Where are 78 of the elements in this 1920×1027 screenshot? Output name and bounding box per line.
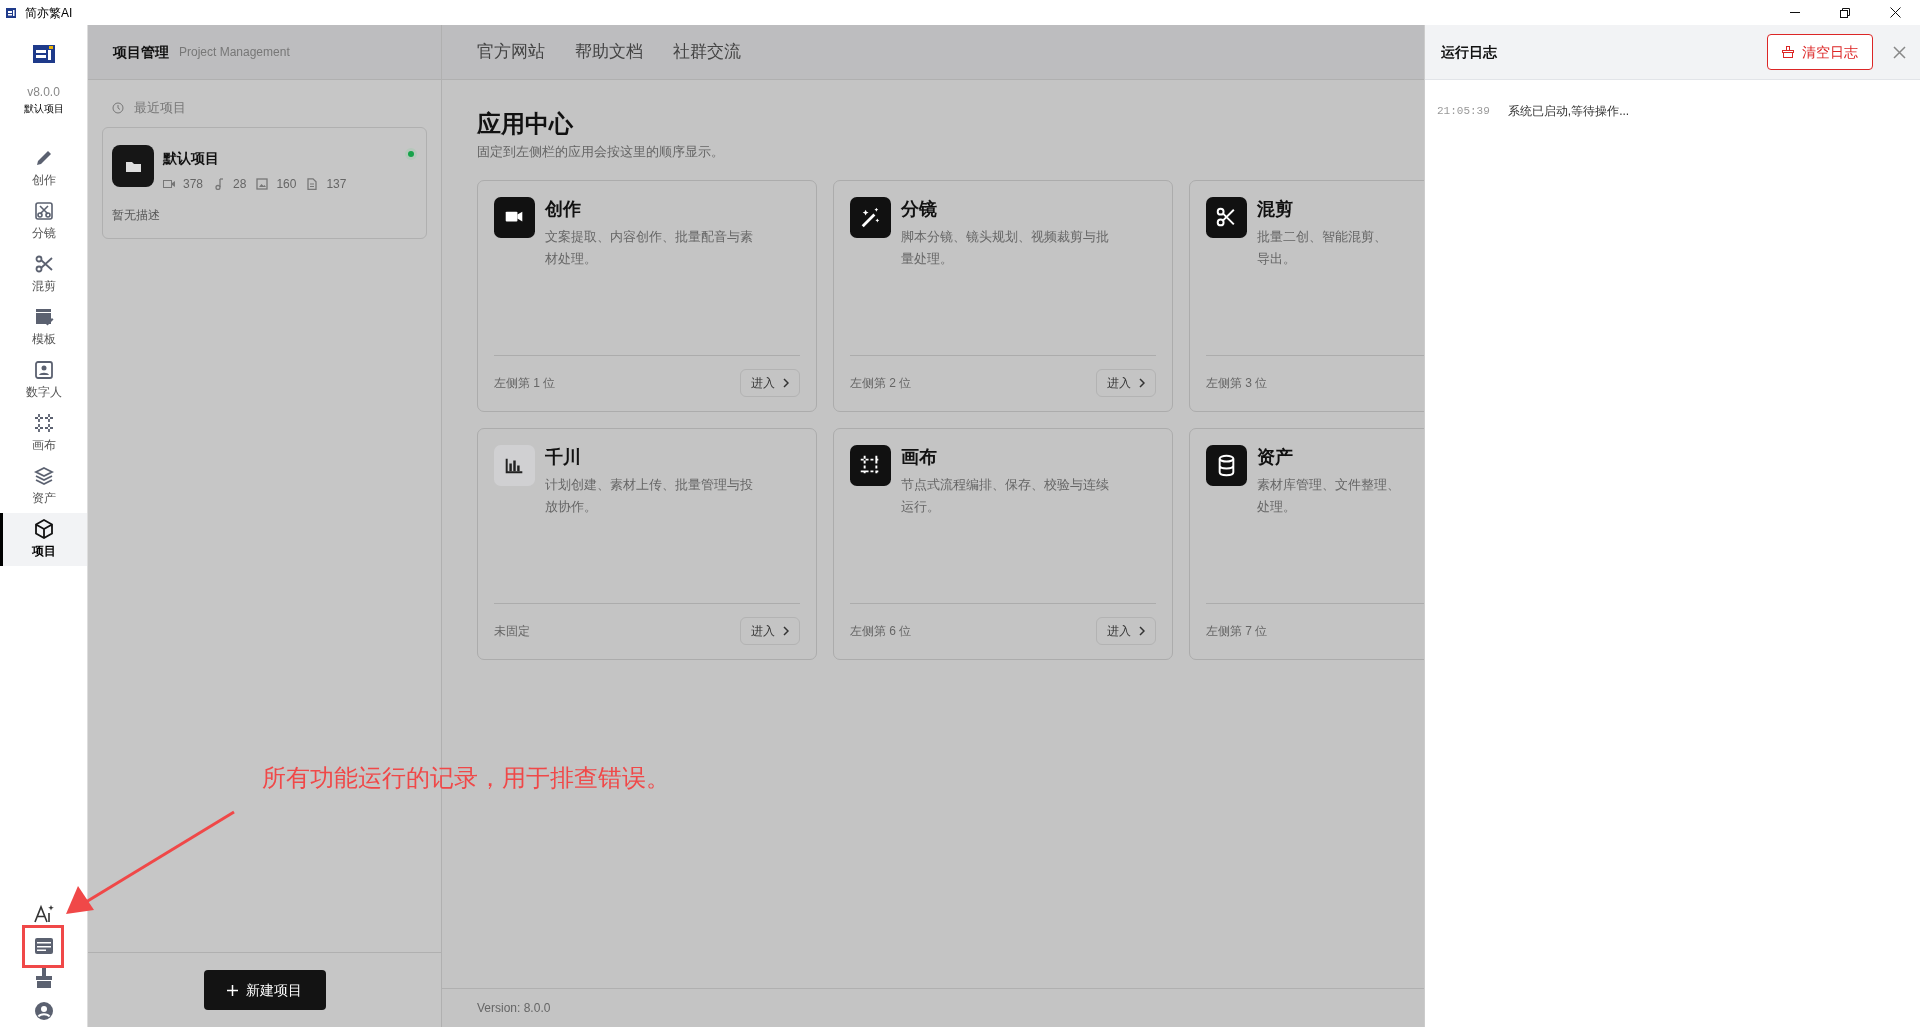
frame-icon (33, 413, 54, 433)
plus-icon (227, 984, 238, 996)
portrait-icon (33, 360, 54, 380)
card-title: 画布 (901, 445, 938, 468)
log-title: 运行日志 (1441, 42, 1497, 62)
project-card[interactable]: 默认项目 378 28 160 137 暂无描述 (102, 126, 427, 239)
stat-count: 160 (276, 175, 297, 193)
stat-count: 28 (233, 175, 247, 193)
pin-position: 未固定 (494, 623, 530, 640)
user-icon[interactable] (33, 1001, 54, 1021)
card-description: 脚本分镜、镜头规划、视频裁剪与批 量处理。 (901, 227, 1109, 268)
storyboard-icon (33, 201, 54, 221)
annotation-text: 所有功能运行的记录，用于排查错误。 (262, 763, 670, 793)
card-title: 混剪 (1257, 197, 1294, 220)
enter-button[interactable]: 进入 (740, 369, 800, 397)
pin-position: 左侧第 6 位 (850, 623, 912, 640)
folder-icon (112, 144, 154, 187)
highlight-box (21, 925, 64, 968)
brand-logo-icon (32, 45, 55, 63)
nav-link[interactable]: 官方网站 (477, 39, 545, 65)
clear-log-button[interactable]: 清空日志 (1767, 34, 1873, 70)
video-icon (163, 177, 175, 190)
card-description: 素材库管理、文件整理、 处理。 (1257, 475, 1400, 516)
cube-icon (33, 519, 54, 539)
pin-position: 左侧第 7 位 (1206, 623, 1268, 640)
page-subtitle: 固定到左侧栏的应用会按这里的顺序显示。 (477, 143, 725, 161)
minimize-icon (1790, 12, 1800, 13)
chevron-right-icon (783, 378, 789, 388)
clock-icon (112, 101, 124, 114)
pin-position: 左侧第 1 位 (494, 375, 556, 392)
doc-icon (306, 177, 319, 190)
log-message: 系统已启动,等待操作... (1507, 103, 1630, 120)
enter-button[interactable]: 进入 (1096, 369, 1156, 397)
chevron-right-icon (783, 626, 789, 636)
section-label: 最近项目 (134, 99, 186, 117)
clapperboard-icon (33, 307, 54, 327)
version-label: v8.0.0 (27, 84, 60, 101)
brush-icon[interactable] (34, 968, 53, 988)
page-title: 应用中心 (477, 109, 574, 139)
project-description: 暂无描述 (112, 206, 161, 224)
log-time: 21:05:39 (1437, 103, 1490, 119)
new-project-button[interactable]: 新建项目 (203, 970, 326, 1010)
pin-position: 左侧第 3 位 (1206, 375, 1268, 392)
enter-button[interactable]: 进入 (740, 617, 800, 645)
music-icon (213, 177, 226, 190)
version-footer: Version: 8.0.0 (477, 999, 551, 1017)
nav-link[interactable]: 帮助文档 (575, 39, 643, 65)
card-description: 计划创建、素材上传、批量管理与投 放协作。 (545, 475, 753, 516)
scissors-icon (33, 254, 54, 274)
ai-text-icon[interactable] (32, 904, 55, 924)
card-title: 千川 (545, 445, 582, 468)
panel-title: 项目管理 (113, 42, 169, 62)
card-title: 创作 (545, 197, 582, 220)
nav-link[interactable]: 社群交流 (673, 39, 741, 65)
window-title: 简亦繁AI (25, 4, 73, 22)
card-description: 节点式流程编排、保存、校验与连续 运行。 (901, 475, 1109, 516)
panel-subtitle: Project Management (179, 44, 290, 61)
app-logo-icon (5, 6, 17, 19)
stat-count: 137 (326, 175, 347, 193)
sidebar-item[interactable]: 项目 (0, 513, 87, 566)
restore-icon (1840, 7, 1850, 18)
card-description: 文案提取、内容创作、批量配音与素 材处理。 (545, 227, 753, 268)
image-icon (256, 177, 269, 190)
chevron-right-icon (1139, 626, 1145, 636)
layers-icon (33, 466, 54, 486)
enter-button[interactable]: 进入 (1096, 617, 1156, 645)
stat-count: 378 (183, 175, 204, 193)
pin-position: 左侧第 2 位 (850, 375, 912, 392)
log-icon[interactable] (33, 937, 54, 955)
chevron-right-icon (1139, 378, 1145, 388)
card-description: 批量二创、智能混剪、 导出。 (1257, 227, 1387, 268)
close-icon (1889, 7, 1901, 18)
current-project-label: 默认项目 (23, 102, 64, 116)
project-name: 默认项目 (163, 148, 220, 168)
card-title: 资产 (1257, 445, 1294, 468)
broom-icon (1782, 46, 1794, 58)
card-title: 分镜 (901, 197, 938, 220)
close-icon[interactable] (1893, 45, 1906, 59)
